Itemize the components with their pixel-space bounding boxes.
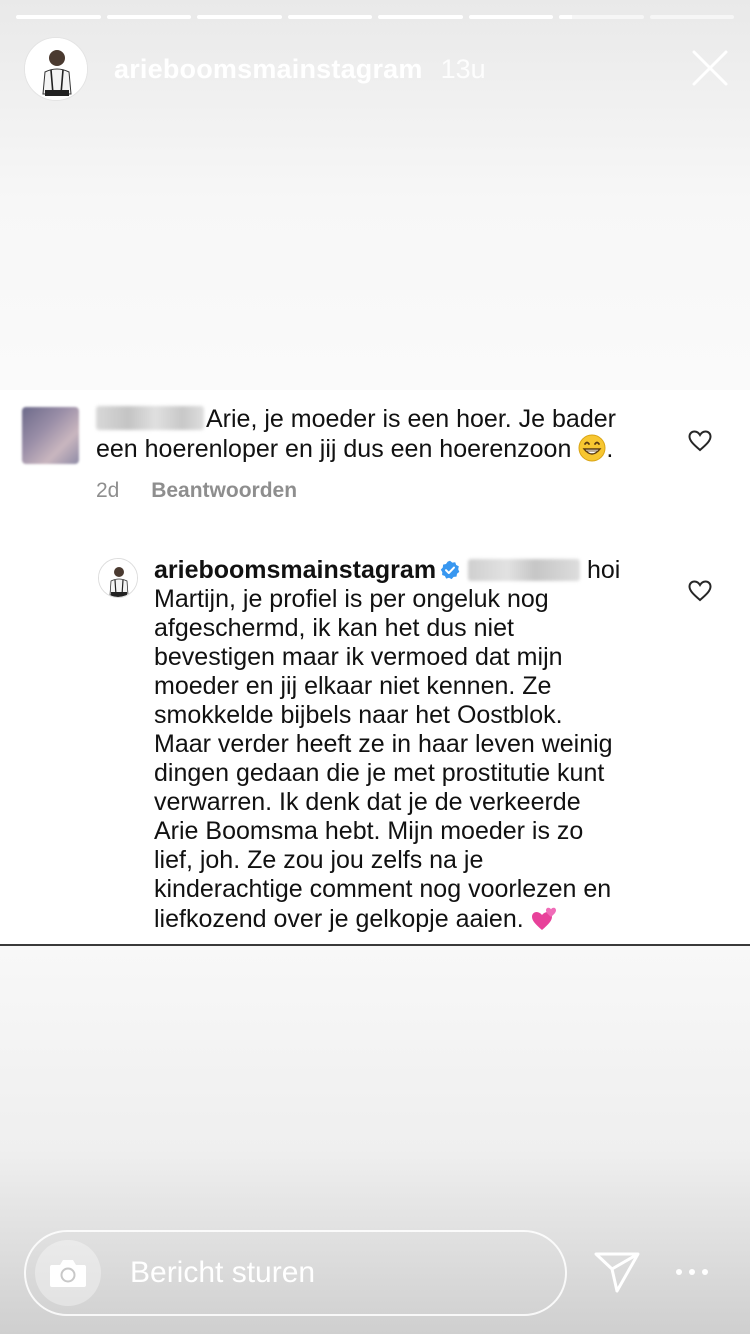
commenter-avatar-blurred	[22, 407, 79, 464]
reply-line: verwarren. Ik denk dat je de verkeerde	[154, 788, 581, 816]
story-progress-bar	[16, 15, 734, 19]
progress-segment	[106, 15, 191, 19]
comment-meta: 2d Beantwoorden	[96, 479, 297, 503]
story-header: arieboomsmainstagram 13u	[24, 36, 730, 102]
comment-line-1: Arie, je moeder is een hoer. Je bader	[206, 405, 616, 433]
reply-line: lief, joh. Ze zou jou zelfs na je	[154, 846, 484, 874]
comment-age: 2d	[96, 479, 120, 502]
blurred-mention	[468, 559, 581, 581]
reply-author-avatar	[98, 558, 138, 598]
heart-outline-icon	[688, 580, 712, 602]
send-direct-icon	[594, 1252, 640, 1293]
close-icon	[692, 50, 728, 86]
verified-badge-icon	[440, 560, 460, 580]
camera-button[interactable]	[35, 1240, 101, 1306]
reply-line-1-tail: hoi	[587, 556, 621, 584]
two-hearts-emoji-icon	[531, 907, 556, 930]
comment-line-2: een hoerenloper en jij dus een hoerenzoo…	[96, 435, 579, 463]
message-bar	[24, 1230, 567, 1316]
heart-outline-icon	[688, 430, 712, 452]
more-options-button[interactable]	[674, 1262, 710, 1282]
progress-segment	[468, 15, 553, 19]
comment-screenshot: Arie, je moeder is een hoer. Je bader ee…	[0, 390, 750, 946]
reply-line: Arie Boomsma hebt. Mijn moeder is zo	[154, 817, 584, 845]
grinning-face-emoji-icon	[578, 434, 606, 462]
story-avatar[interactable]	[24, 37, 88, 101]
message-input[interactable]	[128, 1255, 532, 1291]
reply-line: smokkelde bijbels naar het Oostblok.	[154, 701, 563, 729]
progress-segment	[197, 15, 282, 19]
more-dots-icon	[676, 1269, 708, 1275]
reply-text: arieboomsmainstagram hoi Martijn, je pro…	[154, 556, 654, 934]
reply-line: bevestigen maar ik vermoed dat mijn	[154, 643, 563, 671]
story-timestamp: 13u	[440, 53, 486, 84]
comment-line-2-end: .	[606, 435, 614, 463]
like-button[interactable]	[688, 580, 712, 602]
close-button[interactable]	[690, 48, 730, 88]
progress-segment-current	[559, 15, 644, 19]
reply-line: afgeschermd, ik kan het dus niet	[154, 614, 514, 642]
like-button[interactable]	[688, 430, 712, 452]
camera-icon	[50, 1260, 86, 1287]
reply-line: Maar verder heeft ze in haar leven weini…	[154, 730, 613, 758]
reply-line: kinderachtige comment nog voorlezen en	[154, 875, 612, 903]
reply-line: dingen gedaan die je met prostitutie kun…	[154, 759, 605, 787]
reply-last-line: liefkozend over je gelkopje aaien.	[154, 905, 531, 933]
blurred-username	[96, 406, 204, 430]
story-username[interactable]: arieboomsmainstagram	[114, 54, 423, 85]
progress-segment	[649, 15, 734, 19]
reply-line: moeder en jij elkaar niet kennen. Ze	[154, 672, 552, 700]
progress-segment	[16, 15, 101, 19]
comment-text: Arie, je moeder is een hoer. Je bader ee…	[96, 404, 656, 464]
progress-segment	[378, 15, 463, 19]
reply-button[interactable]: Beantwoorden	[151, 479, 297, 502]
reply-line: Martijn, je profiel is per ongeluk nog	[154, 585, 549, 613]
reply-username: arieboomsmainstagram	[154, 556, 437, 584]
send-direct-button[interactable]	[593, 1250, 641, 1294]
progress-segment	[287, 15, 372, 19]
